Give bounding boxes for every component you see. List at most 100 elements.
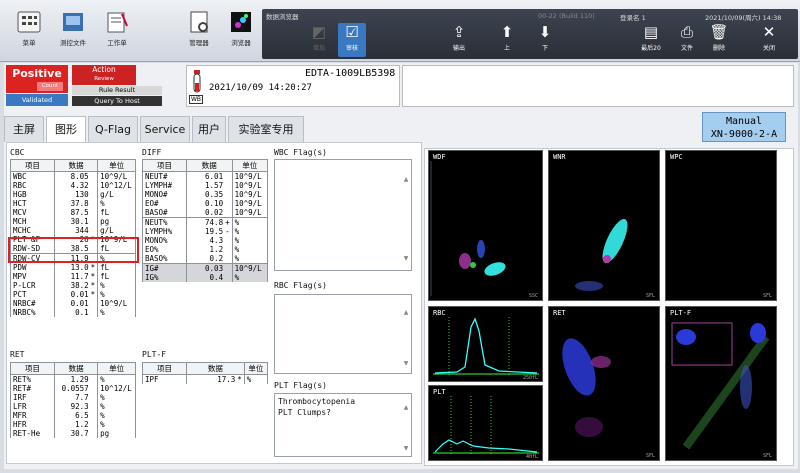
tab-service[interactable]: Service <box>140 116 190 142</box>
trash-icon: 🗑 <box>709 23 729 41</box>
tab-lab[interactable]: 实验室专用 <box>228 116 304 142</box>
scroll-down-icon[interactable]: ▼ <box>402 255 410 262</box>
row-value: 13.0 <box>53 263 91 272</box>
table-row: EO% 1.2% <box>142 245 269 254</box>
row-unit: fL <box>97 263 136 272</box>
row-item: IG# <box>142 263 187 273</box>
row-value: 92.3 <box>53 402 91 411</box>
row-mark: * <box>90 290 99 299</box>
scroll-up-icon[interactable]: ▲ <box>402 404 410 411</box>
row-unit: 10^9/L <box>231 171 269 181</box>
pltf-scattergram[interactable]: PLT-F SFL <box>665 306 777 461</box>
table-row: MCH 30.1 pg <box>10 217 136 226</box>
scroll-up-icon[interactable]: ▲ <box>402 176 410 183</box>
count-badge: Count <box>37 82 63 91</box>
plt-histogram[interactable]: PLT 40fL <box>428 385 543 461</box>
scroll-up-icon[interactable]: ▲ <box>402 309 410 316</box>
manager-button[interactable]: 管理器 <box>176 6 222 58</box>
wpc-scattergram[interactable]: WPC SFL <box>665 150 777 301</box>
scroll-down-icon[interactable]: ▼ <box>402 360 410 367</box>
build-version: 00-22 (Build 110) <box>538 12 595 20</box>
row-item: IPF <box>142 374 187 384</box>
row-item: EO# <box>142 199 187 208</box>
row-mark <box>225 181 233 190</box>
row-mark <box>225 199 233 208</box>
data-browser-title: 数据浏览器 <box>266 13 299 21</box>
row-item: LYMPH% <box>142 227 187 236</box>
last20-button[interactable]: ▤ 最后20 <box>636 23 666 57</box>
file-button[interactable]: ⎙ 文件 <box>674 23 700 57</box>
delete-button[interactable]: 🗑 删除 <box>706 23 732 57</box>
row-mark <box>225 245 233 254</box>
output-button[interactable]: ⇪ 输出 <box>446 23 472 57</box>
row-unit: pg <box>97 217 136 226</box>
up-button[interactable]: ⬆ 上 <box>494 23 520 57</box>
browser-button[interactable]: 浏览器 <box>218 6 264 58</box>
row-item: HFR <box>10 420 55 429</box>
table-row: MFR 6.5% <box>10 411 136 420</box>
wbc-flags-box: ▲ ▼ <box>274 159 412 271</box>
table-row: HGB 130 g/L <box>10 190 136 199</box>
row-value: 0.35 <box>186 190 226 199</box>
control-file-button[interactable]: 测控文件 <box>50 6 96 58</box>
validate-button[interactable]: ☑ 审核 <box>338 23 366 57</box>
row-unit: 10^12/L <box>97 181 136 190</box>
row-unit: g/L <box>97 226 136 235</box>
tab-qflag[interactable]: Q-Flag <box>88 116 138 142</box>
plt-highlight-box <box>8 237 139 263</box>
close-button[interactable]: ✕ 关闭 <box>756 23 782 57</box>
row-mark: * <box>90 272 99 281</box>
row-item: NEUT% <box>142 217 187 227</box>
rbc-histogram[interactable]: RBC 250fL <box>428 306 543 382</box>
row-value: 1.57 <box>186 181 226 190</box>
row-unit: % <box>97 308 136 317</box>
row-unit: % <box>97 393 136 402</box>
row-unit: % <box>231 254 269 264</box>
row-mark <box>90 181 99 190</box>
rule-result: Rule Result <box>72 86 162 95</box>
row-item: NEUT# <box>142 171 187 181</box>
tab-user[interactable]: 用户 <box>192 116 226 142</box>
plt-flag-item: PLT Clumps? <box>278 408 331 417</box>
current-datetime: 2021/10/09(周六) 14:38 <box>705 14 782 22</box>
row-item: NRBC# <box>10 299 55 308</box>
pltf-table: 项目 数据 单位 IPF 17.3 *% <box>142 362 269 384</box>
manager-icon <box>190 11 208 33</box>
browser-icon <box>231 12 251 32</box>
row-unit: % <box>231 227 269 236</box>
tab-graph[interactable]: 图形 <box>46 116 86 142</box>
row-value: 1.2 <box>186 245 226 254</box>
row-mark <box>225 263 233 273</box>
table-row: IRF 7.7% <box>10 393 136 402</box>
row-value: 37.8 <box>53 199 91 208</box>
upload-icon: ⇪ <box>452 23 466 41</box>
table-row: HCT 37.8% <box>10 199 136 208</box>
row-mark <box>90 226 99 235</box>
wdf-scattergram[interactable]: WDF SSC <box>428 150 543 301</box>
login-name: 登录名 1 <box>620 14 646 22</box>
ret-scattergram[interactable]: RET SFL <box>548 306 660 461</box>
table-row: NEUT# 6.01 10^9/L <box>142 171 269 181</box>
table-row: LYMPH# 1.57 10^9/L <box>142 181 269 190</box>
row-mark <box>90 217 99 226</box>
row-unit: % <box>97 374 136 384</box>
manual-mode-badge[interactable]: Manual XN-9000-2-A <box>702 112 786 142</box>
wnr-scattergram[interactable]: WNR SFL <box>548 150 660 301</box>
table-row: HFR 1.2% <box>10 420 136 429</box>
down-button[interactable]: ⬇ 下 <box>532 23 558 57</box>
row-unit: % <box>231 273 269 282</box>
row-unit: % <box>243 374 269 384</box>
table-row: RBC 4.32 10^12/L <box>10 181 136 190</box>
worklist-button[interactable]: 工作单 <box>94 6 140 58</box>
sample-id: EDTA-1009LB5398 <box>305 68 396 79</box>
add-button[interactable]: ◩ 增加 <box>306 23 332 57</box>
row-mark: * <box>237 374 245 384</box>
row-value: 6.01 <box>186 171 226 181</box>
row-unit: 10^9/L <box>231 199 269 208</box>
table-row: WBC 8.05 10^9/L <box>10 171 136 181</box>
tab-main[interactable]: 主屏 <box>4 116 44 142</box>
scroll-down-icon[interactable]: ▼ <box>402 445 410 452</box>
row-value: 4.3 <box>186 236 226 245</box>
arrow-down-icon: ⬇ <box>538 23 552 41</box>
menu-button[interactable]: 菜单 <box>6 6 52 58</box>
